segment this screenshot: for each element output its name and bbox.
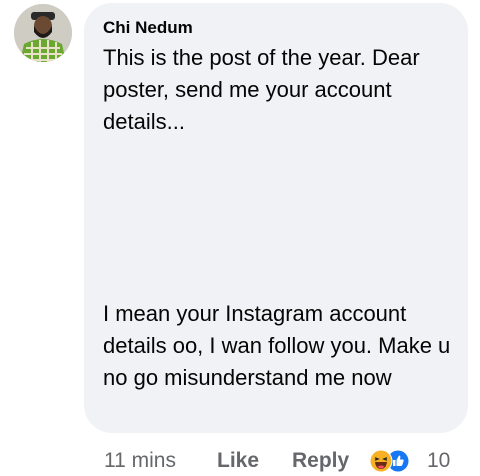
comment-item: Chi Nedum This is the post of the year. … [0, 0, 480, 476]
haha-emoji-icon [369, 449, 393, 473]
comment-text-paragraph-1: This is the post of the year. Dear poste… [103, 45, 420, 134]
comment-bubble: Chi Nedum This is the post of the year. … [84, 3, 468, 433]
comment-timestamp[interactable]: 11 mins [104, 446, 176, 476]
comment-text-paragraph-2: I mean your Instagram account details oo… [103, 301, 451, 390]
reply-button[interactable]: Reply [292, 446, 349, 476]
comment-actions: 11 mins Like Reply 10 [104, 446, 474, 476]
like-button[interactable]: Like [217, 446, 259, 476]
reactions-summary[interactable] [369, 449, 419, 475]
reaction-count[interactable]: 10 [427, 446, 450, 476]
avatar[interactable] [14, 4, 72, 62]
avatar-image [14, 4, 72, 62]
comment-author[interactable]: Chi Nedum [103, 18, 450, 38]
